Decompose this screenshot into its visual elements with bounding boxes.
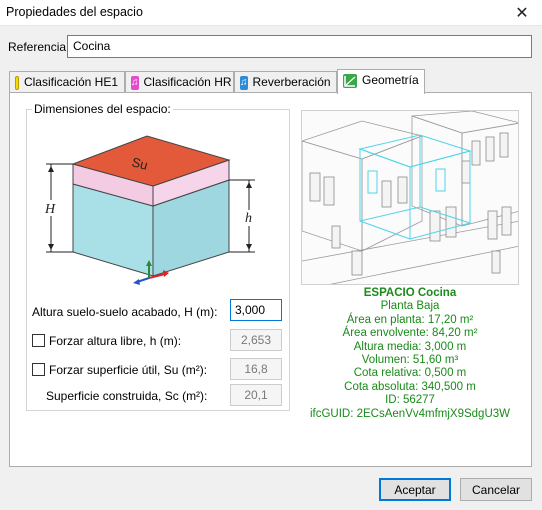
tab-clasificacion-he1[interactable]: Clasificación HE1 <box>9 71 125 93</box>
close-icon[interactable]: ✕ <box>502 0 542 26</box>
info-cota-absoluta: Cota absoluta: 340,500 m <box>344 380 476 393</box>
he1-icon <box>15 76 19 90</box>
referencia-label: Referencia: <box>8 40 70 54</box>
tab-label: Reverberación <box>252 75 331 89</box>
altura-suelo-input[interactable]: 3,000 <box>230 299 282 321</box>
dimensiones-title: Dimensiones del espacio: <box>32 102 173 116</box>
info-altura-media: Altura media: 3,000 m <box>353 340 467 353</box>
h-total-label: H <box>44 202 56 217</box>
tab-clasificacion-hr[interactable]: ♫ Clasificación HR <box>125 71 234 93</box>
accept-button[interactable]: Aceptar <box>379 478 451 501</box>
window-title: Propiedades del espacio <box>6 5 143 19</box>
space-3d-preview <box>301 110 519 285</box>
forzar-altura-input[interactable]: 2,653 <box>230 329 282 351</box>
tab-label: Geometría <box>362 73 419 87</box>
tab-label: Clasificación HR <box>143 75 232 89</box>
title-bar: Propiedades del espacio ✕ <box>0 0 542 26</box>
space-cube-illustration: Su H h <box>44 135 255 285</box>
info-id: ID: 56277 <box>385 394 435 407</box>
dimensiones-group: Dimensiones del espacio: Su H h Altura s… <box>26 102 290 411</box>
info-volumen: Volumen: 51,60 m³ <box>361 354 459 367</box>
info-ifcguid: ifcGUID: 2ECsAenVv4mfmjX9SdgU3W <box>309 407 511 420</box>
forzar-altura-label: Forzar altura libre, h (m): <box>49 334 182 348</box>
cancel-button[interactable]: Cancelar <box>460 478 532 501</box>
space-info: ESPACIO Cocina Planta Baja Área en plant… <box>301 287 519 421</box>
forzar-superficie-checkbox[interactable] <box>32 363 45 376</box>
forzar-altura-checkbox[interactable] <box>32 334 45 347</box>
geometry-icon <box>343 74 357 88</box>
reverb-music-icon: ♫ <box>240 76 248 90</box>
referencia-input[interactable]: Cocina <box>67 35 532 58</box>
info-area-planta: Área en planta: 17,20 m² <box>346 313 474 326</box>
forzar-superficie-input[interactable]: 16,8 <box>230 358 282 380</box>
tab-label: Clasificación HE1 <box>23 75 118 89</box>
info-title: ESPACIO Cocina <box>363 287 457 299</box>
h-free-label: h <box>245 211 252 226</box>
tab-reverberacion[interactable]: ♫ Reverberación <box>234 71 337 93</box>
info-cota-relativa: Cota relativa: 0,500 m <box>353 367 467 380</box>
info-planta: Planta Baja <box>380 300 440 313</box>
forzar-superficie-label: Forzar superficie útil, Su (m²): <box>49 363 208 377</box>
hr-music-icon: ♫ <box>131 76 139 90</box>
info-area-envolvente: Área envolvente: 84,20 m² <box>342 327 478 340</box>
superficie-construida-label: Superficie construida, Sc (m²): <box>46 389 208 403</box>
geometria-panel: Dimensiones del espacio: Su H h Altura s… <box>9 92 532 467</box>
altura-suelo-label: Altura suelo-suelo acabado, H (m): <box>32 305 218 319</box>
tab-geometria[interactable]: Geometría <box>337 69 425 94</box>
superficie-construida-value: 20,1 <box>230 384 282 406</box>
